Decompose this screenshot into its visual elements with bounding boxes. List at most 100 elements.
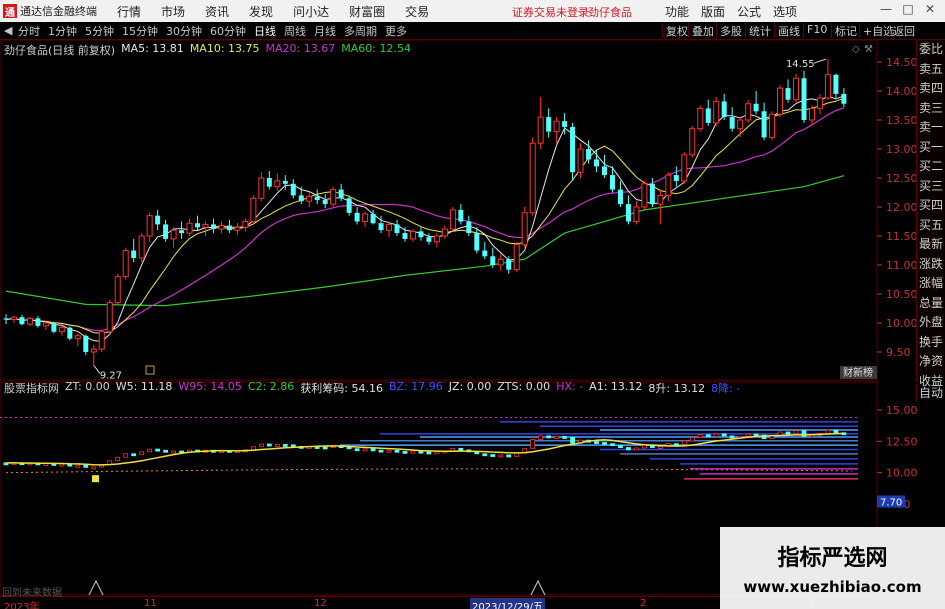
candlestick [3, 314, 9, 325]
candlestick [258, 172, 265, 202]
ind-candle [681, 440, 687, 445]
timeframe-tab[interactable]: 更多 [381, 23, 411, 39]
login-notice[interactable]: 证券交易未登录 [512, 4, 589, 20]
timeframe-tab[interactable]: 15分钟 [118, 23, 162, 39]
ind-candle [833, 429, 839, 434]
close-icon[interactable]: ✕ [919, 2, 941, 16]
chart-canvas[interactable]: 14.50 14.00 13.50 13.00 12.50 12.00 11.50 11.00… [0, 0, 945, 609]
indicator-name[interactable]: 股票指标网 [4, 380, 59, 395]
date-tick-label: 11 [144, 598, 157, 609]
ind-candle [115, 456, 121, 462]
candlestick [195, 215, 201, 231]
candlestick [122, 247, 129, 280]
right-menu-item[interactable]: 选项 [773, 3, 797, 20]
event-marker[interactable] [145, 365, 155, 375]
tool-button[interactable]: 复权 [662, 23, 691, 38]
tool-button[interactable]: 返回 [889, 23, 918, 38]
period-toolbar: ◀ 分时 1分钟 5分钟 15分钟 30分钟 60分钟 日线 周线 月线 多周期 更多 复权 叠加 多股… [0, 22, 945, 40]
candlestick [441, 225, 448, 239]
candlestick [458, 204, 464, 225]
indicator-value: BZ: 17.96 [388, 380, 443, 393]
candlestick [745, 99, 752, 123]
menu-item[interactable]: 市场 [161, 3, 185, 20]
candlestick [266, 171, 272, 190]
candlestick [697, 105, 704, 132]
future-data-label: 回到未来数据 [2, 588, 62, 599]
candlestick [553, 117, 560, 144]
price-axis-label: 11.50 [886, 230, 918, 243]
period-triangle-marker [530, 579, 546, 596]
price-axis-label: 13.00 [886, 143, 918, 156]
candlestick [386, 221, 393, 238]
timeframe-tab[interactable]: 月线 [310, 23, 340, 39]
tool-button[interactable]: 叠加 [688, 23, 717, 38]
candlestick [35, 316, 41, 328]
ind-candle [618, 445, 623, 448]
timeframe-tab[interactable]: 日线 [250, 23, 280, 39]
timeframe-tabs: 分时 1分钟 5分钟 15分钟 30分钟 60分钟 日线 周线 月线 多周期 更多 [14, 23, 411, 39]
indicator-value: HX: - [556, 380, 584, 393]
candlestick [250, 195, 257, 225]
ind-candle [498, 454, 504, 458]
menu-item[interactable]: 交易 [405, 3, 429, 20]
ind-candle [562, 436, 567, 439]
minimize-icon[interactable]: — [875, 2, 897, 16]
watermark-url: www.xuezhibiao.com [743, 578, 922, 596]
candlestick [314, 189, 320, 205]
menu-item[interactable]: 问小达 [293, 3, 329, 20]
ind-candle [626, 447, 631, 451]
chart-title: 劲仔食品(日线 前复权) [4, 44, 116, 57]
maximize-icon[interactable]: □ [897, 2, 919, 16]
candlestick [362, 211, 369, 228]
right-menu: 功能 版面 公式 选项 [665, 3, 809, 20]
timeframe-tab[interactable]: 多周期 [340, 23, 381, 39]
tool-button[interactable]: 多股 [716, 23, 745, 38]
ind-candle [171, 450, 176, 454]
menu-item[interactable]: 财富圈 [349, 3, 385, 20]
ind-candle [282, 444, 288, 447]
tool-button[interactable]: 统计 [745, 23, 774, 38]
settings-icon[interactable]: ⚒ [864, 44, 873, 55]
menu-item[interactable]: 资讯 [205, 3, 229, 20]
timeframe-tab[interactable]: 30分钟 [162, 23, 206, 39]
ind-candle [123, 453, 129, 458]
ind-candle [482, 453, 488, 457]
tool-button[interactable]: F10 [803, 23, 830, 38]
right-menu-item[interactable]: 功能 [665, 3, 689, 20]
timeframe-tab[interactable]: 周线 [280, 23, 310, 39]
ind-candle [506, 454, 512, 458]
ind-candle [594, 441, 599, 444]
app-logo: 通 [3, 4, 17, 19]
quote-field-label: 换手 [918, 334, 943, 349]
quote-field-label: 卖三 [918, 100, 943, 115]
candlestick [785, 79, 791, 103]
right-menu-item[interactable]: 公式 [737, 3, 761, 20]
candlestick [497, 253, 504, 271]
ind-candle [155, 448, 161, 452]
ind-candle [554, 436, 560, 439]
ind-candle [83, 464, 89, 468]
auto-button[interactable]: 自动 [916, 384, 945, 402]
expand-icon[interactable]: ◀ [0, 24, 14, 37]
right-menu-item[interactable]: 版面 [701, 3, 725, 20]
candlestick [426, 233, 432, 245]
candlestick [808, 105, 815, 126]
timeframe-tab[interactable]: 分时 [14, 23, 44, 39]
ind-candle [139, 451, 145, 456]
tool-button[interactable]: 标记 [831, 23, 860, 38]
timeframe-tab[interactable]: 1分钟 [44, 23, 81, 39]
menu-item[interactable]: 行情 [117, 3, 141, 20]
candlestick [354, 207, 360, 225]
ind-candle [258, 443, 264, 448]
ind-candle [705, 434, 711, 438]
ind-current-value: 7.70 [880, 497, 902, 508]
diamond-icon[interactable]: ◇ [852, 44, 860, 55]
candlestick [163, 219, 169, 242]
menu-item[interactable]: 发现 [249, 3, 273, 20]
timeframe-tab[interactable]: 5分钟 [81, 23, 118, 39]
timeframe-tab[interactable]: 60分钟 [206, 23, 250, 39]
news-badge[interactable]: 财新榜 [840, 366, 877, 379]
candlestick [218, 221, 225, 234]
news-badge-label: 财新榜 [843, 366, 873, 379]
tool-button[interactable]: 画线 [774, 23, 803, 38]
